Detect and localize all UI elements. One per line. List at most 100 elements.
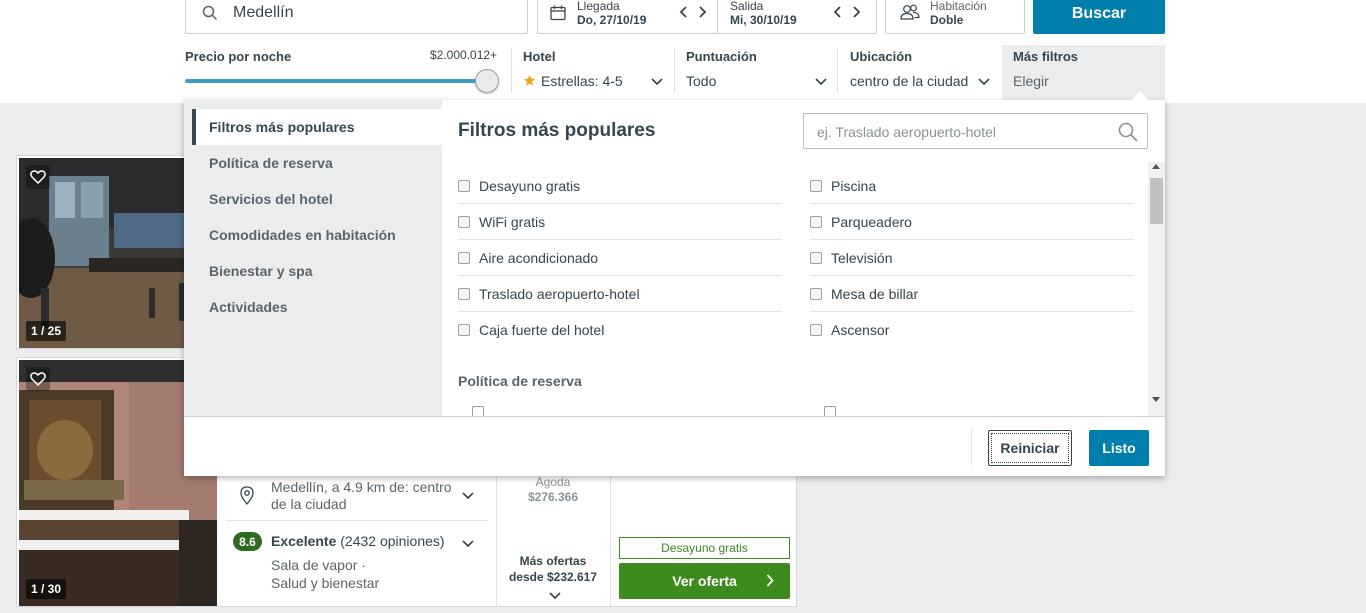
card-divider bbox=[226, 520, 488, 521]
filter-option[interactable]: Caja fuerte del hotel bbox=[458, 312, 782, 348]
filter-category-sidebar: Filtros más populares Política de reserv… bbox=[184, 100, 442, 416]
photo-counter: 1 / 30 bbox=[26, 579, 67, 599]
category-room-amenities[interactable]: Comodidades en habitación bbox=[192, 217, 442, 253]
filter-search-input[interactable]: ej. Traslado aeropuerto-hotel bbox=[803, 113, 1148, 149]
filter-option-label: WiFi gratis bbox=[479, 213, 546, 230]
chevron-down-icon[interactable] bbox=[462, 536, 474, 554]
filter-option[interactable]: Piscina bbox=[810, 168, 1134, 204]
destination-search-input[interactable]: Medellín bbox=[185, 0, 528, 34]
checkout-value: Mi, 30/10/19 bbox=[730, 13, 797, 27]
panel-footer: Reiniciar Listo bbox=[184, 416, 1165, 476]
filter-option-label: Caja fuerte del hotel bbox=[479, 322, 605, 338]
filter-divider bbox=[511, 48, 512, 93]
category-popular-filters[interactable]: Filtros más populares bbox=[192, 109, 442, 145]
category-booking-policy[interactable]: Política de reserva bbox=[192, 145, 442, 181]
rating-filter-title: Puntuación bbox=[686, 49, 757, 64]
more-filters-value: Elegir bbox=[1013, 73, 1049, 89]
amenity-item: Sala de vapor · bbox=[271, 557, 366, 573]
heart-icon[interactable] bbox=[26, 165, 50, 189]
category-wellness-spa[interactable]: Bienestar y spa bbox=[192, 253, 442, 289]
column-divider bbox=[610, 474, 611, 606]
filter-option-label: Televisión bbox=[831, 249, 893, 266]
chevron-down-icon[interactable] bbox=[462, 488, 474, 506]
checkout-field[interactable]: Salida Mi, 30/10/19 bbox=[730, 0, 870, 33]
reset-button[interactable]: Reiniciar bbox=[988, 430, 1072, 466]
vertical-scrollbar[interactable] bbox=[1148, 162, 1165, 416]
heart-icon[interactable] bbox=[26, 367, 50, 391]
chevron-down-icon bbox=[978, 74, 990, 92]
filter-option-label: Mesa de billar bbox=[831, 285, 919, 302]
search-button[interactable]: Buscar bbox=[1033, 0, 1165, 34]
category-hotel-services[interactable]: Servicios del hotel bbox=[192, 181, 442, 217]
scroll-up-icon[interactable] bbox=[1152, 164, 1160, 169]
checkbox[interactable] bbox=[810, 251, 822, 264]
footer-divider bbox=[971, 429, 972, 465]
category-activities[interactable]: Actividades bbox=[192, 289, 442, 325]
checkbox[interactable] bbox=[458, 251, 470, 264]
prev-day-icon[interactable] bbox=[679, 5, 689, 21]
guests-icon bbox=[900, 3, 920, 26]
chevron-right-icon bbox=[766, 574, 774, 590]
location-filter-title: Ubicación bbox=[850, 49, 913, 64]
filter-option[interactable]: Aire acondicionado bbox=[458, 240, 782, 276]
filter-option[interactable]: Traslado aeropuerto-hotel bbox=[458, 276, 782, 312]
checkbox[interactable] bbox=[810, 215, 822, 228]
provider-price[interactable]: $276.366 bbox=[497, 490, 609, 504]
rating-label: Excelente bbox=[271, 533, 337, 549]
checkbox[interactable] bbox=[810, 287, 822, 300]
filter-options-area: Filtros más populares ej. Traslado aerop… bbox=[442, 100, 1165, 416]
rating-summary[interactable]: Excelente (2432 opiniones) bbox=[271, 533, 445, 549]
search-icon bbox=[202, 5, 218, 26]
hotel-location[interactable]: Medellín, a 4.9 km de: centro de la ciud… bbox=[271, 479, 461, 513]
checkbox[interactable] bbox=[458, 179, 470, 192]
view-deal-button[interactable]: Ver oferta bbox=[619, 563, 790, 599]
filter-option[interactable]: Mesa de billar bbox=[810, 276, 1134, 312]
done-button[interactable]: Listo bbox=[1089, 430, 1149, 466]
filter-option-label: Traslado aeropuerto-hotel bbox=[479, 285, 640, 302]
filter-option-label: Ascensor bbox=[831, 322, 890, 338]
view-deal-label: Ver oferta bbox=[672, 573, 737, 589]
next-day-icon[interactable] bbox=[851, 5, 861, 21]
checkbox[interactable] bbox=[810, 324, 822, 336]
scroll-down-icon[interactable] bbox=[1152, 397, 1160, 402]
destination-value: Medellín bbox=[233, 4, 294, 21]
date-divider bbox=[717, 0, 718, 33]
price-filter-title: Precio por noche bbox=[185, 49, 292, 64]
checkbox[interactable] bbox=[824, 406, 836, 416]
provider-name[interactable]: Agoda bbox=[497, 475, 609, 489]
filter-option[interactable]: Televisión bbox=[810, 240, 1134, 276]
prev-day-icon[interactable] bbox=[833, 5, 843, 21]
checkbox[interactable] bbox=[458, 287, 470, 300]
filter-option[interactable]: WiFi gratis bbox=[458, 204, 782, 240]
filter-divider bbox=[674, 48, 675, 93]
chevron-down-icon[interactable] bbox=[549, 588, 561, 606]
filter-option[interactable]: Parqueadero bbox=[810, 204, 1134, 240]
rating-count: (2432 opiniones) bbox=[340, 533, 445, 549]
checkbox[interactable] bbox=[458, 324, 470, 336]
filter-option[interactable]: Desayuno gratis bbox=[458, 168, 782, 204]
checkbox[interactable] bbox=[472, 406, 484, 416]
checkin-field[interactable]: Llegada Do, 27/10/19 bbox=[577, 0, 717, 33]
filter-divider bbox=[837, 48, 838, 93]
scrollbar-thumb[interactable] bbox=[1150, 178, 1163, 224]
location-pin-icon bbox=[240, 486, 254, 511]
photo-counter: 1 / 25 bbox=[26, 321, 67, 341]
popover-arrow bbox=[1129, 91, 1151, 102]
checkout-label: Salida bbox=[730, 0, 764, 13]
rating-filter-value: Todo bbox=[686, 73, 717, 89]
more-offers-link[interactable]: Más ofertas desde $232.617 bbox=[497, 553, 609, 585]
free-breakfast-tag: Desayuno gratis bbox=[619, 537, 790, 559]
price-slider-handle[interactable] bbox=[475, 69, 499, 93]
checkin-value: Do, 27/10/19 bbox=[577, 13, 647, 27]
filter-option[interactable]: Ascensor bbox=[810, 312, 1134, 348]
search-icon bbox=[1118, 122, 1138, 147]
checkbox[interactable] bbox=[810, 179, 822, 192]
section-heading: Política de reserva bbox=[458, 373, 582, 389]
room-selector[interactable]: Habitación Doble bbox=[885, 0, 1025, 34]
next-day-icon[interactable] bbox=[697, 5, 707, 21]
more-filters-panel: Filtros más populares Política de reserv… bbox=[184, 100, 1165, 476]
top-bar: Medellín Llegada Do, 27/10/19 Salida Mi,… bbox=[0, 0, 1366, 103]
price-slider-track[interactable] bbox=[185, 79, 487, 83]
checkbox[interactable] bbox=[458, 215, 470, 228]
date-picker[interactable]: Llegada Do, 27/10/19 Salida Mi, 30/10/19 bbox=[537, 0, 877, 34]
